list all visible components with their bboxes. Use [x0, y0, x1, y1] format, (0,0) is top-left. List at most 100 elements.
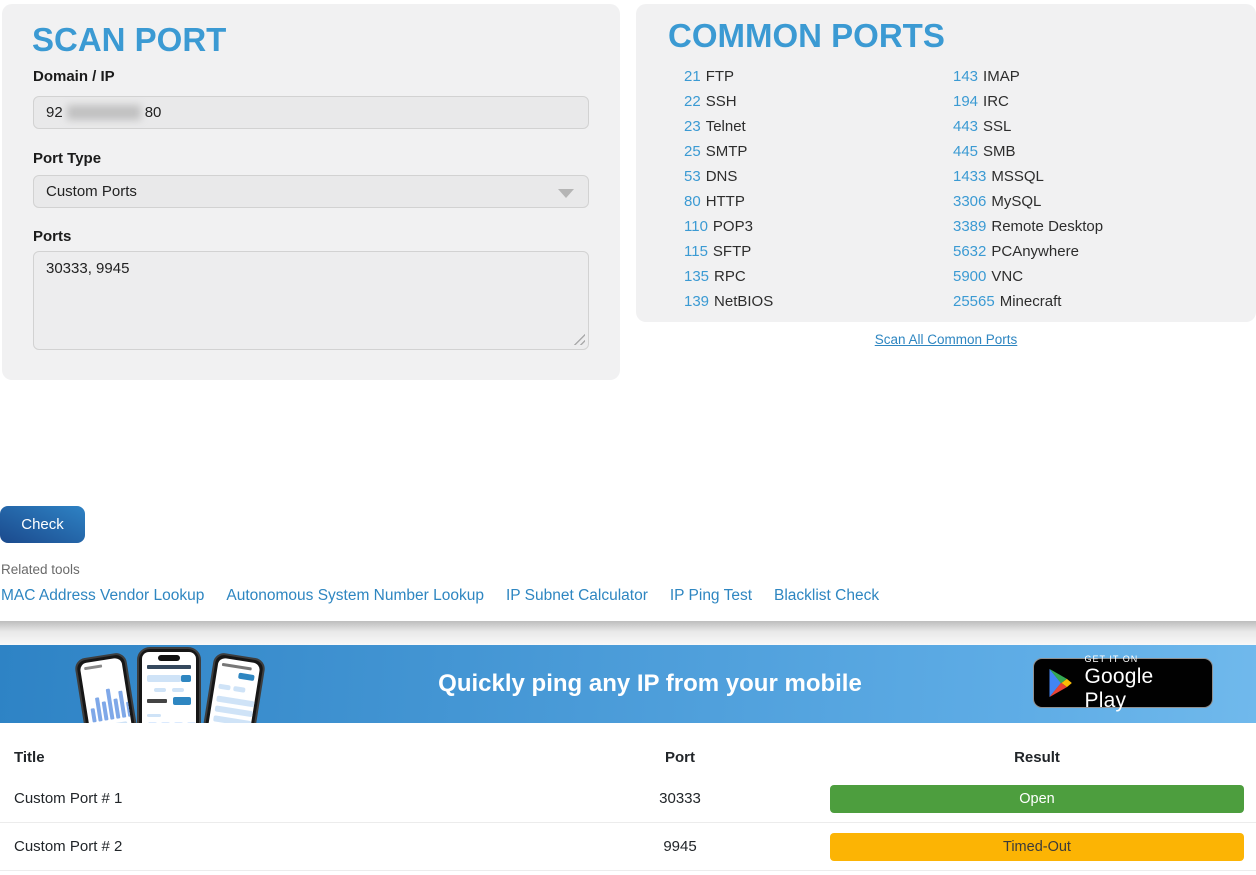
common-port-number-link[interactable]: 21 — [684, 68, 701, 85]
common-port-name: SMB — [983, 143, 1016, 160]
common-port-item: 53DNS — [684, 164, 773, 189]
related-tool-link[interactable]: Blacklist Check — [774, 587, 879, 605]
related-tools-label: Related tools — [1, 562, 80, 577]
common-port-number-link[interactable]: 5900 — [953, 268, 986, 285]
common-ports-column-left: 21 FTP 22 SSH 23 Telnet 25 SMTP 53DNS 80 HTTP 110 PO… — [684, 64, 773, 314]
chevron-down-icon — [558, 189, 574, 198]
banner-headline: Quickly ping any IP from your mobile — [250, 670, 1050, 698]
check-button[interactable]: Check — [0, 506, 85, 543]
common-port-number-link[interactable]: 23 — [684, 118, 701, 135]
common-port-number-link[interactable]: 3389 — [953, 218, 986, 235]
common-port-number-link[interactable]: 1433 — [953, 168, 986, 185]
scan-all-wrap: Scan All Common Ports — [636, 331, 1256, 349]
common-port-name: SMTP — [706, 143, 748, 160]
column-header-result: Result — [800, 749, 1256, 766]
result-cell: Timed-Out — [800, 833, 1256, 861]
common-port-number-link[interactable]: 53 — [684, 168, 701, 185]
common-port-name: VNC — [991, 268, 1023, 285]
scan-all-common-ports-link[interactable]: Scan All Common Ports — [875, 332, 1018, 347]
common-port-name: Telnet — [706, 118, 746, 135]
phone-notch — [158, 655, 180, 661]
common-port-number-link[interactable]: 445 — [953, 143, 978, 160]
common-port-name: FTP — [706, 68, 734, 85]
common-port-name: MySQL — [991, 193, 1041, 210]
domain-ip-value-suffix: 80 — [145, 104, 162, 121]
port-type-label: Port Type — [33, 150, 101, 167]
related-tool-link[interactable]: Autonomous System Number Lookup — [226, 587, 484, 605]
common-port-number-link[interactable]: 115 — [684, 243, 708, 260]
common-port-name: IRC — [983, 93, 1009, 110]
google-play-badge[interactable]: GET IT ON Google Play — [1033, 658, 1213, 708]
common-port-item: 110 POP3 — [684, 214, 773, 239]
common-port-number-link[interactable]: 139 — [684, 293, 709, 310]
common-port-name: PCAnywhere — [991, 243, 1079, 260]
common-port-item: 5632 PCAnywhere — [953, 239, 1103, 264]
domain-ip-input[interactable]: 92 80 — [33, 96, 589, 129]
result-row: Custom Port # 29945Timed-Out — [0, 823, 1256, 871]
common-port-item: 194 IRC — [953, 89, 1103, 114]
common-port-item: 21 FTP — [684, 64, 773, 89]
result-status-badge: Timed-Out — [830, 833, 1244, 861]
common-ports-column-right: 143IMAP194IRC443SSL445SMB1433MSSQL3306My… — [953, 64, 1103, 314]
common-ports-panel: COMMON PORTS 21 FTP 22 SSH 23 Telnet 25 SMTP 53D… — [636, 4, 1256, 322]
common-port-name: HTTP — [706, 193, 745, 210]
phone-mockup-center — [137, 647, 201, 723]
results-body: Custom Port # 130333OpenCustom Port # 29… — [0, 775, 1256, 871]
common-port-number-link[interactable]: 3306 — [953, 193, 986, 210]
result-port-cell: 30333 — [560, 790, 800, 807]
common-port-name: POP3 — [713, 218, 753, 235]
common-port-item: 143 IMAP — [953, 64, 1103, 89]
common-port-item: 445 SMB — [953, 139, 1103, 164]
common-port-name: Remote Desktop — [991, 218, 1103, 235]
result-status-badge: Open — [830, 785, 1244, 813]
common-port-name: SSH — [706, 93, 737, 110]
phone-mockups-image — [80, 645, 260, 723]
common-port-item: 115 SFTP — [684, 239, 773, 264]
related-tools-links: MAC Address Vendor Lookup Autonomous Syst… — [1, 587, 879, 605]
result-cell: Open — [800, 785, 1256, 813]
port-type-select[interactable]: Custom Ports — [33, 175, 589, 208]
common-port-name: Minecraft — [1000, 293, 1062, 310]
common-port-number-link[interactable]: 443 — [953, 118, 978, 135]
common-port-number-link[interactable]: 22 — [684, 93, 701, 110]
common-port-number-link[interactable]: 5632 — [953, 243, 986, 260]
common-port-number-link[interactable]: 135 — [684, 268, 709, 285]
common-port-item: 5900 VNC — [953, 264, 1103, 289]
common-ports-title: COMMON PORTS — [668, 18, 945, 54]
result-title-cell: Custom Port # 1 — [0, 790, 560, 807]
result-row: Custom Port # 130333 Open — [0, 775, 1256, 823]
common-port-name: RPC — [714, 268, 746, 285]
redacted-ip-blur — [67, 105, 141, 120]
common-port-number-link[interactable]: 25565 — [953, 293, 995, 310]
common-port-number-link[interactable]: 143 — [953, 68, 978, 85]
page: SCAN PORT Domain / IP 9280 Port Type Cus… — [0, 0, 1256, 875]
common-port-number-link[interactable]: 25 — [684, 143, 701, 160]
related-tool-link[interactable]: MAC Address Vendor Lookup — [1, 587, 204, 605]
result-port-cell: 9945 — [560, 838, 800, 855]
related-tool-link[interactable]: IP Ping Test — [670, 587, 752, 605]
column-header-port: Port — [560, 749, 800, 766]
common-port-item: 25565 Minecraft — [953, 289, 1103, 314]
mobile-app-banner: Quickly ping any IP from your mobile GET… — [0, 645, 1256, 723]
column-header-title: Title — [0, 749, 560, 766]
port-type-selected-value: Custom Ports — [46, 183, 137, 200]
google-play-label: Google Play — [1085, 665, 1199, 713]
common-port-number-link[interactable]: 110 — [684, 218, 708, 235]
common-port-item: 80 HTTP — [684, 189, 773, 214]
common-port-item: 22 SSH — [684, 89, 773, 114]
phone-mockup-left — [74, 652, 143, 723]
domain-ip-value-prefix: 92 — [46, 104, 63, 121]
common-port-name: IMAP — [983, 68, 1020, 85]
common-port-item: 135 RPC — [684, 264, 773, 289]
section-divider — [0, 621, 1256, 645]
common-port-number-link[interactable]: 194 — [953, 93, 978, 110]
common-port-item: 443 SSL — [953, 114, 1103, 139]
ports-label: Ports — [33, 228, 71, 245]
common-port-item: 3389 Remote Desktop — [953, 214, 1103, 239]
related-tool-link[interactable]: IP Subnet Calculator — [506, 587, 648, 605]
common-port-number-link[interactable]: 80 — [684, 193, 701, 210]
common-port-name: SSL — [983, 118, 1011, 135]
common-port-item: 139NetBIOS — [684, 289, 773, 314]
ports-textarea[interactable]: 30333, 9945 — [33, 251, 589, 350]
common-port-name: SFTP — [713, 243, 751, 260]
